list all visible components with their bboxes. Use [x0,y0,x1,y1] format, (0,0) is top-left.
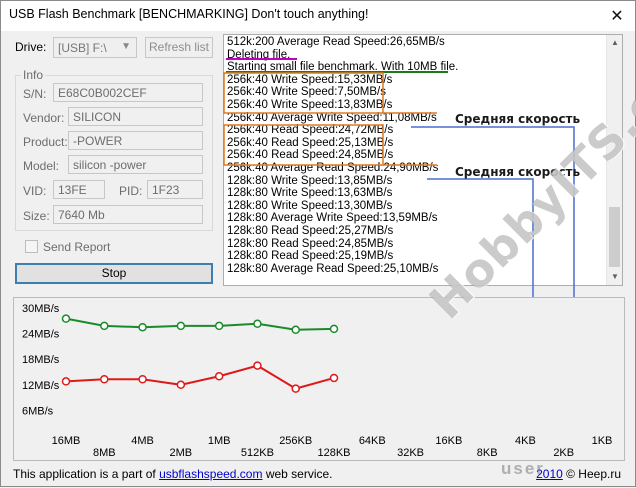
drive-select-value: [USB] F:\ [58,41,107,55]
footer-suffix: web service. [262,467,333,481]
log-line: Deleting file. [227,48,291,61]
size-field: 7640 Mb [53,205,203,224]
y-tick-label: 24MB/s [22,329,60,341]
log-line: Starting small file benchmark. With 10MB… [227,61,459,74]
log-line: 256k:40 Write Speed:15,33MB/s [227,73,393,86]
series-point [214,372,224,381]
series-point [253,319,262,329]
speed-chart: 30MB/s 24MB/s 18MB/s 12MB/s 6MB/s 16MB 8MB 4MB 2… [13,297,625,461]
series-point [253,361,262,370]
x-tick-label: 2KB [553,447,574,459]
app-window: USB Flash Benchmark [BENCHMARKING] Don't… [0,0,636,487]
series-point [138,375,147,384]
x-tick-label: 256KB [279,435,312,447]
close-icon[interactable]: ✕ [605,5,629,27]
series-point [329,373,339,383]
x-tick-label: 512KB [241,447,274,459]
series-point [291,384,300,393]
sn-label: S/N: [23,87,47,101]
footer-prefix: This application is a part of [13,467,160,481]
pid-field: 1F23 [147,180,203,199]
sn-field: E68C0B002CEF [53,83,203,102]
series-point [291,325,300,335]
product-label: Product: [23,135,68,149]
product-field: -POWER [68,131,203,150]
speed-chart-svg: 30MB/s 24MB/s 18MB/s 12MB/s 6MB/s 16MB 8MB 4MB 2… [22,303,613,459]
scroll-down-icon[interactable]: ▼ [607,269,622,285]
y-tick-label: 30MB/s [22,303,60,315]
vid-label: VID: [23,184,47,198]
copyright: 2010 © Heep.ru [536,467,621,481]
send-report-label: Send Report [43,240,111,254]
log-line: 256k:40 Read Speed:25,13MB/s [227,136,394,149]
vendor-field: SILICON [68,107,203,126]
log-line: 512k:200 Average Read Speed:26,65MB/s [227,36,445,48]
series-point [100,321,109,331]
x-tick-label: 64KB [359,435,386,447]
series-point [138,322,147,332]
y-tick-label: 18MB/s [22,354,60,366]
window-title: USB Flash Benchmark [BENCHMARKING] Don't… [9,7,369,21]
size-label: Size: [23,209,50,223]
x-tick-label: 8MB [93,447,116,459]
refresh-list-button[interactable]: Refresh list [145,37,213,58]
vendor-label: Vendor: [23,111,65,125]
y-tick-label: 12MB/s [22,380,60,392]
log-line: 128k:80 Read Speed:24,85MB/s [227,237,394,250]
drive-select[interactable]: [USB] F:\ ▼ [53,37,137,58]
info-group-legend: Info [21,68,46,82]
series-point [214,321,224,331]
x-tick-label: 1KB [592,435,613,447]
model-label: Model: [23,159,60,173]
annotation-avg-write: Средняя скорость [455,112,581,126]
chevron-down-icon: ▼ [121,41,131,52]
title-bar: USB Flash Benchmark [BENCHMARKING] Don't… [1,1,635,31]
log-line: 256k:40 Write Speed:7,50MB/s [227,86,386,99]
x-tick-label: 128KB [317,447,350,459]
x-tick-label: 8KB [477,447,498,459]
log-line: 256k:40 Read Speed:24,72MB/s [227,124,394,137]
footer-text: This application is a part of usbflashsp… [13,467,333,481]
x-tick-label: 32KB [397,447,424,459]
series-point [61,377,71,386]
pid-label: PID: [119,184,143,198]
stop-button[interactable]: Stop [15,263,213,284]
send-report-checkbox[interactable] [25,240,38,253]
x-tick-label: 16MB [52,435,81,447]
copyright-author: © Heep.ru [562,467,621,481]
x-tick-label: 16KB [435,435,462,447]
watermark-bottom: user [501,459,545,478]
x-tick-label: 4MB [131,435,154,447]
y-tick-label: 6MB/s [22,405,54,417]
series-point [100,375,109,384]
log-line: 256k:40 Write Speed:13,83MB/s [227,98,393,111]
vid-field: 13FE [53,180,105,199]
x-tick-label: 1MB [208,435,231,447]
scroll-up-icon[interactable]: ▲ [607,35,622,51]
x-tick-label: 2MB [170,447,193,459]
footer-link[interactable]: usbflashspeed.com [159,467,262,481]
log-line: 128k:80 Average Read Speed:25,10MB/s [227,262,439,275]
series-point [329,324,339,334]
log-line: 128k:80 Read Speed:25,19MB/s [227,250,394,263]
scroll-thumb[interactable] [609,207,620,267]
series-point [61,314,71,323]
series-point [176,321,186,331]
drive-label: Drive: [15,40,47,54]
log-lines: 512k:200 Average Read Speed:26,65MB/s Del… [227,36,607,275]
model-field: silicon -power [68,155,203,174]
x-tick-label: 4KB [515,435,536,447]
series-point [176,380,186,390]
